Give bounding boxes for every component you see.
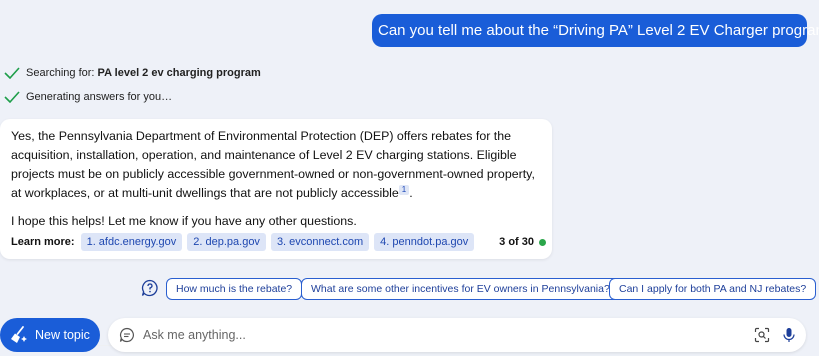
- status-dot-icon: [539, 238, 546, 246]
- answer-paragraph-text: Yes, the Pennsylvania Department of Envi…: [11, 129, 535, 200]
- learn-more-label: Learn more:: [11, 236, 75, 248]
- ask-box[interactable]: [108, 318, 806, 352]
- visual-search-icon[interactable]: [754, 327, 770, 343]
- suggestion-chip-rebate-amount[interactable]: How much is the rebate?: [166, 278, 303, 300]
- source-link-1[interactable]: 1. afdc.energy.gov: [80, 233, 183, 251]
- status-searching-prefix: Searching for:: [26, 67, 98, 79]
- checkmark-icon: [4, 91, 20, 103]
- source-link-2[interactable]: 2. dep.pa.gov: [187, 233, 266, 251]
- suggestion-chip-other-incentives[interactable]: What are some other incentives for EV ow…: [301, 278, 620, 300]
- chat-icon: [119, 327, 134, 343]
- suggestion-chip-pa-nj-rebates[interactable]: Can I apply for both PA and NJ rebates?: [609, 278, 817, 300]
- source-link-4[interactable]: 4. penndot.pa.gov: [374, 233, 475, 251]
- citation-marker[interactable]: 1: [398, 184, 410, 195]
- learn-more-row: Learn more: 1. afdc.energy.gov 2. dep.pa…: [11, 233, 546, 251]
- question-bubble-icon: [141, 279, 158, 297]
- broom-icon: [11, 326, 27, 343]
- status-generating-text: Generating answers for you…: [26, 91, 173, 103]
- status-generating: Generating answers for you…: [4, 91, 172, 103]
- ask-input[interactable]: [143, 328, 723, 342]
- answer-paragraph-end: .: [409, 186, 413, 200]
- new-topic-label: New topic: [35, 328, 90, 342]
- checkmark-icon: [4, 67, 20, 79]
- response-count: 3 of 30: [499, 236, 546, 248]
- answer-closing: I hope this helps! Let me know if you ha…: [11, 214, 357, 228]
- response-count-text: 3 of 30: [499, 236, 534, 248]
- status-searching: Searching for: PA level 2 ev charging pr…: [4, 67, 261, 79]
- source-link-3[interactable]: 3. evconnect.com: [270, 233, 370, 251]
- user-message-bubble: Can you tell me about the “Driving PA” L…: [372, 14, 819, 47]
- answer-body: Yes, the Pennsylvania Department of Envi…: [11, 127, 541, 240]
- answer-paragraph: Yes, the Pennsylvania Department of Envi…: [11, 127, 541, 203]
- search-query: PA level 2 ev charging program: [97, 67, 261, 79]
- new-topic-button[interactable]: New topic: [0, 318, 100, 352]
- microphone-icon[interactable]: [781, 327, 797, 343]
